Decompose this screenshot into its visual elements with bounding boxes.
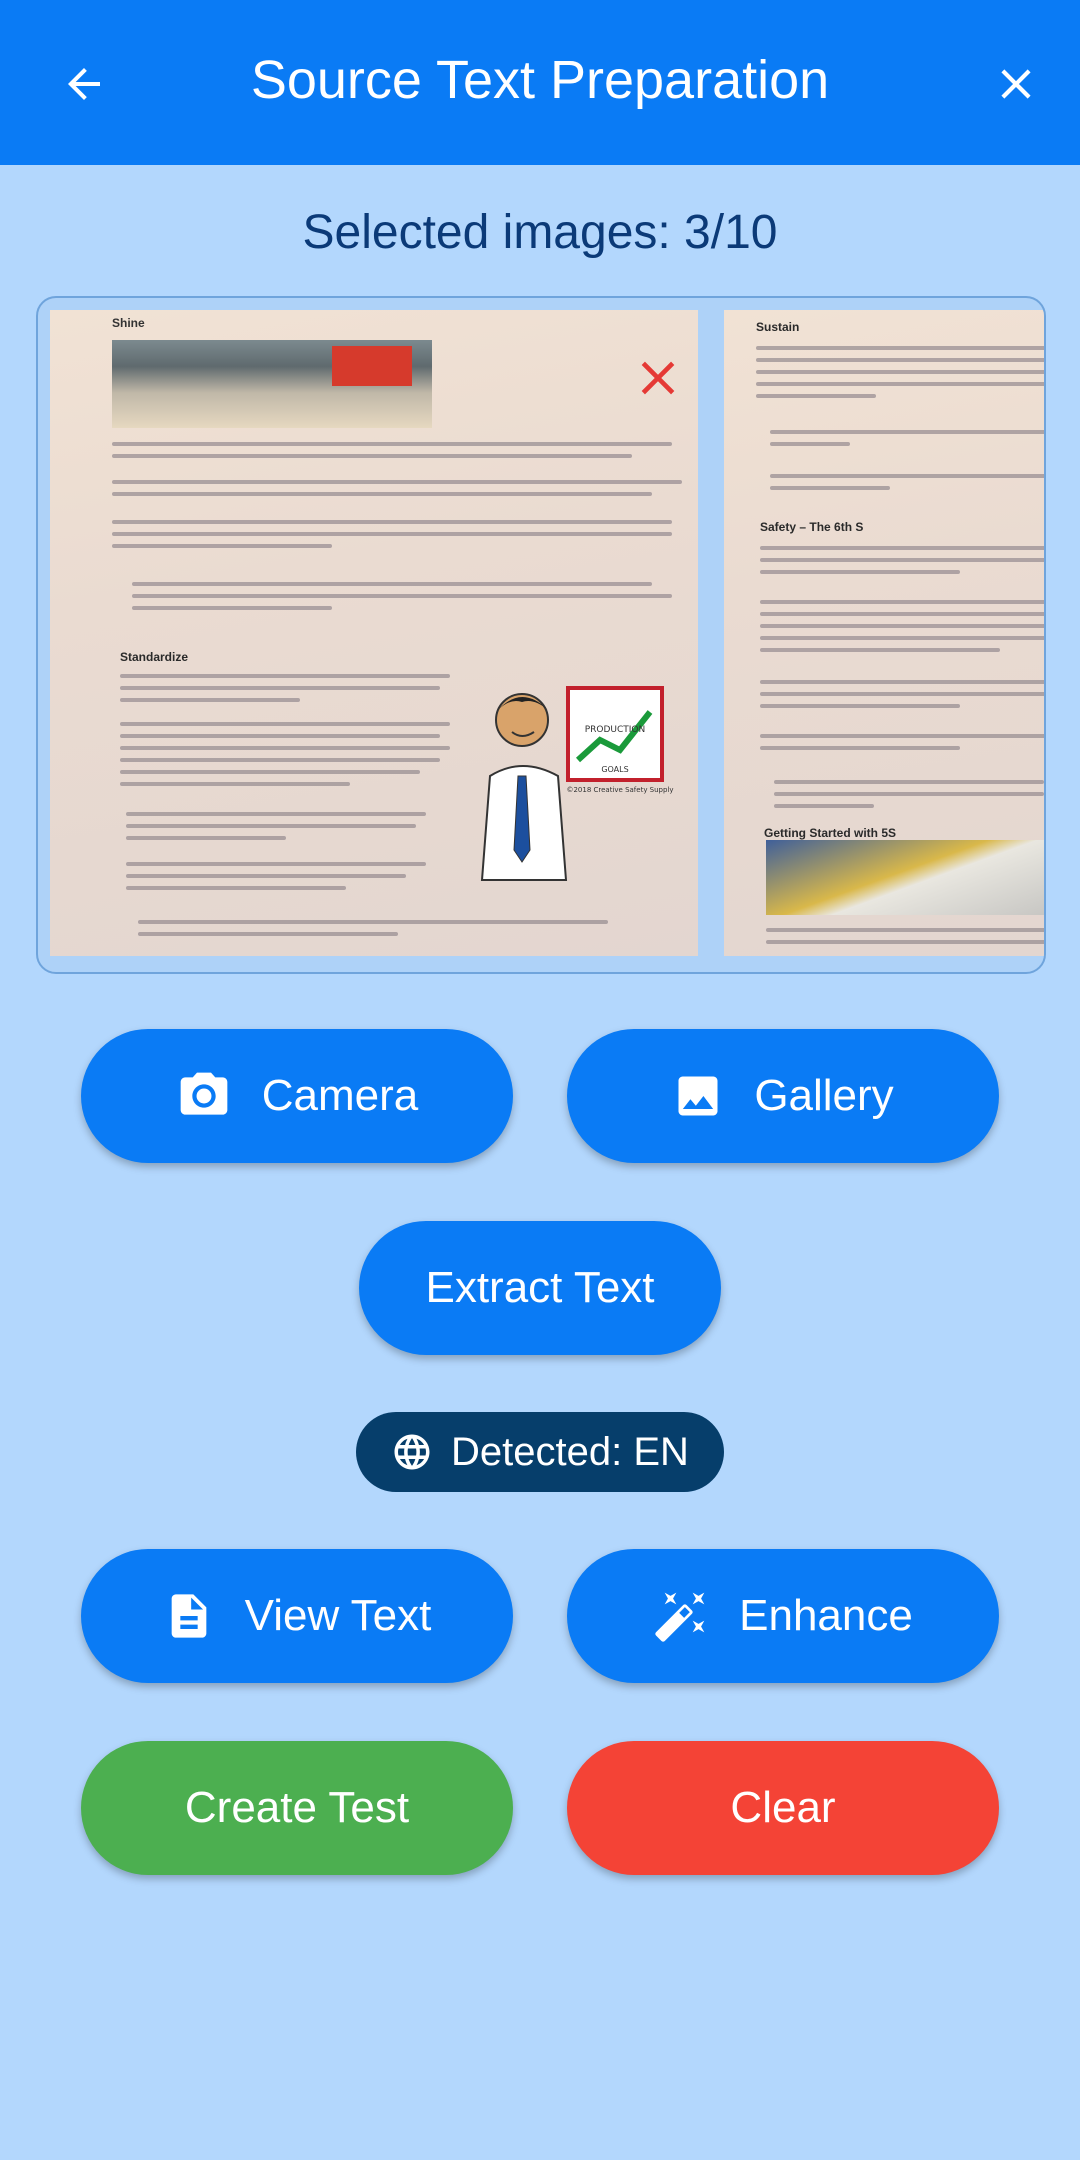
clear-label: Clear	[730, 1783, 836, 1832]
close-button[interactable]	[972, 40, 1060, 128]
globe-icon	[391, 1431, 433, 1473]
cartoon-copyright: ©2018 Creative Safety Supply	[566, 786, 673, 794]
image-section-heading: Sustain	[756, 320, 800, 334]
selected-images-count: Selected images: 3/10	[302, 206, 778, 259]
camera-button-label: Camera	[261, 1071, 419, 1120]
magic-wand-icon	[653, 1588, 709, 1644]
cartoon-caption: PRODUCTION	[585, 725, 646, 735]
extract-text-label: Extract Text	[425, 1263, 655, 1312]
clear-button[interactable]: Clear	[567, 1741, 999, 1875]
image-section-heading: Standardize	[120, 650, 189, 664]
language-chip: Detected: EN	[356, 1412, 724, 1492]
image-icon	[672, 1070, 724, 1122]
extract-text-button[interactable]: Extract Text	[359, 1221, 721, 1355]
cartoon-sub: GOALS	[601, 765, 628, 774]
remove-image-button[interactable]	[630, 350, 686, 406]
image-section-heading: Safety – The 6th S	[760, 520, 864, 534]
close-icon	[641, 361, 675, 395]
view-text-label: View Text	[244, 1591, 432, 1640]
image-thumbnail-1[interactable]: Shine Standardize PRODUCTION GOALS ©2018…	[50, 310, 698, 956]
image-section-heading: Getting Started with 5S	[764, 826, 897, 840]
create-test-label: Create Test	[184, 1783, 410, 1832]
page-title: Source Text Preparation	[250, 50, 830, 110]
road-photo	[766, 840, 1044, 915]
enhance-label: Enhance	[739, 1591, 913, 1640]
mop-photo	[112, 340, 432, 428]
create-test-button[interactable]: Create Test	[81, 1741, 513, 1875]
gallery-button-label: Gallery	[754, 1071, 894, 1120]
cartoon-illustration: PRODUCTION GOALS ©2018 Creative Safety S…	[480, 686, 674, 881]
view-text-button[interactable]: View Text	[81, 1549, 513, 1683]
document-icon	[163, 1590, 215, 1642]
image-thumbnail-2[interactable]: Sustain Safety – The 6th S Getting Start…	[724, 310, 1044, 956]
gallery-button[interactable]: Gallery	[567, 1029, 999, 1163]
app-bar: Source Text Preparation	[0, 0, 1080, 165]
enhance-button[interactable]: Enhance	[567, 1549, 999, 1683]
image-strip[interactable]: Shine Standardize PRODUCTION GOALS ©2018…	[36, 296, 1046, 974]
camera-button[interactable]: Camera	[81, 1029, 513, 1163]
close-icon	[1001, 69, 1031, 99]
image-section-heading: Shine	[112, 316, 145, 330]
camera-icon	[176, 1068, 232, 1124]
language-chip-label: Detected: EN	[451, 1429, 689, 1474]
